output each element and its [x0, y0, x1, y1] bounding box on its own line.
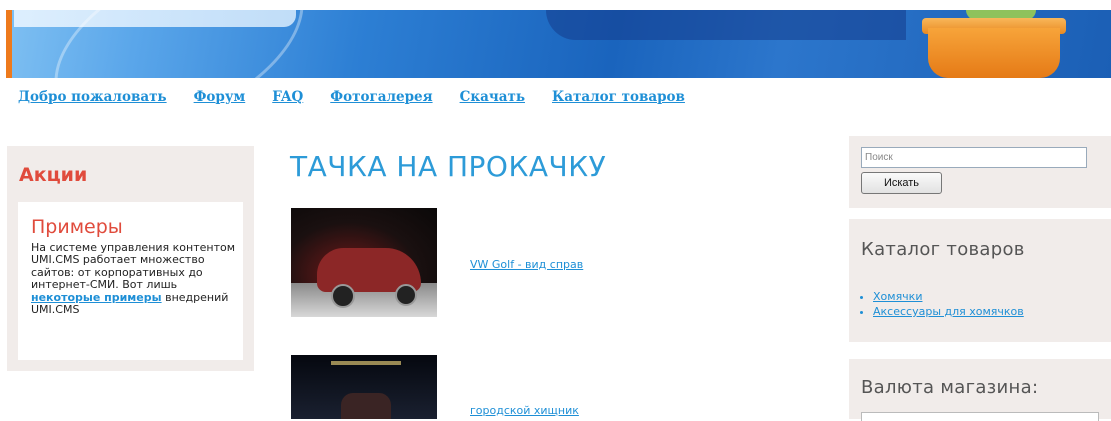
- flower-pot-image: [928, 28, 1060, 78]
- catalog-title: Каталог товаров: [861, 239, 1025, 260]
- photo-link-vw-golf[interactable]: VW Golf - вид справ: [470, 258, 583, 271]
- header-banner: [6, 10, 1111, 78]
- promo-examples-link[interactable]: некоторые примеры: [31, 291, 162, 304]
- promo-text: На системе управления контентом UMI.CMS …: [31, 241, 236, 316]
- banner-dark-band: [546, 10, 906, 40]
- photo-car-wheel: [331, 284, 355, 308]
- photo-link-city-predator[interactable]: городской хищник: [470, 404, 579, 417]
- promo-panel: Акции Примеры На системе управления конт…: [7, 146, 254, 371]
- search-button[interactable]: Искать: [861, 172, 942, 194]
- search-input[interactable]: [861, 147, 1087, 168]
- nav-link-catalog[interactable]: Каталог товаров: [552, 89, 685, 105]
- list-item: Хомячки: [873, 289, 1024, 304]
- catalog-panel: Каталог товаров Хомячки Аксессуары для х…: [849, 219, 1111, 342]
- top-navigation: Добро пожаловать Форум FAQ Фотогалерея С…: [18, 89, 712, 105]
- photo-car-body: [341, 393, 391, 419]
- page-title: ТАЧКА НА ПРОКАЧКУ: [290, 150, 607, 183]
- photo-thumbnail-vw-golf[interactable]: [291, 208, 437, 317]
- search-panel: Искать: [849, 136, 1111, 208]
- nav-link-welcome[interactable]: Добро пожаловать: [18, 89, 167, 105]
- currency-title: Валюта магазина:: [861, 377, 1039, 398]
- catalog-list: Хомячки Аксессуары для хомячков: [861, 289, 1024, 319]
- currency-select[interactable]: [861, 412, 1099, 421]
- promo-section-title: Акции: [19, 164, 88, 186]
- catalog-link-hamsters[interactable]: Хомячки: [873, 290, 922, 303]
- photo-car-wheel: [395, 284, 417, 306]
- promo-card: Примеры На системе управления контентом …: [18, 202, 243, 360]
- promo-text-start: На системе управления контентом UMI.CMS …: [31, 241, 236, 292]
- catalog-link-hamster-accessories[interactable]: Аксессуары для хомячков: [873, 305, 1024, 318]
- nav-link-faq[interactable]: FAQ: [272, 89, 303, 105]
- photo-thumbnail-city-predator[interactable]: [291, 355, 437, 419]
- currency-panel: Валюта магазина:: [849, 359, 1111, 421]
- banner-accent-stripe: [6, 10, 12, 78]
- photo-lights: [331, 361, 401, 365]
- nav-link-gallery[interactable]: Фотогалерея: [330, 89, 432, 105]
- list-item: Аксессуары для хомячков: [873, 304, 1024, 319]
- nav-link-forum[interactable]: Форум: [194, 89, 246, 105]
- nav-link-download[interactable]: Скачать: [460, 89, 525, 105]
- promo-heading: Примеры: [31, 216, 123, 238]
